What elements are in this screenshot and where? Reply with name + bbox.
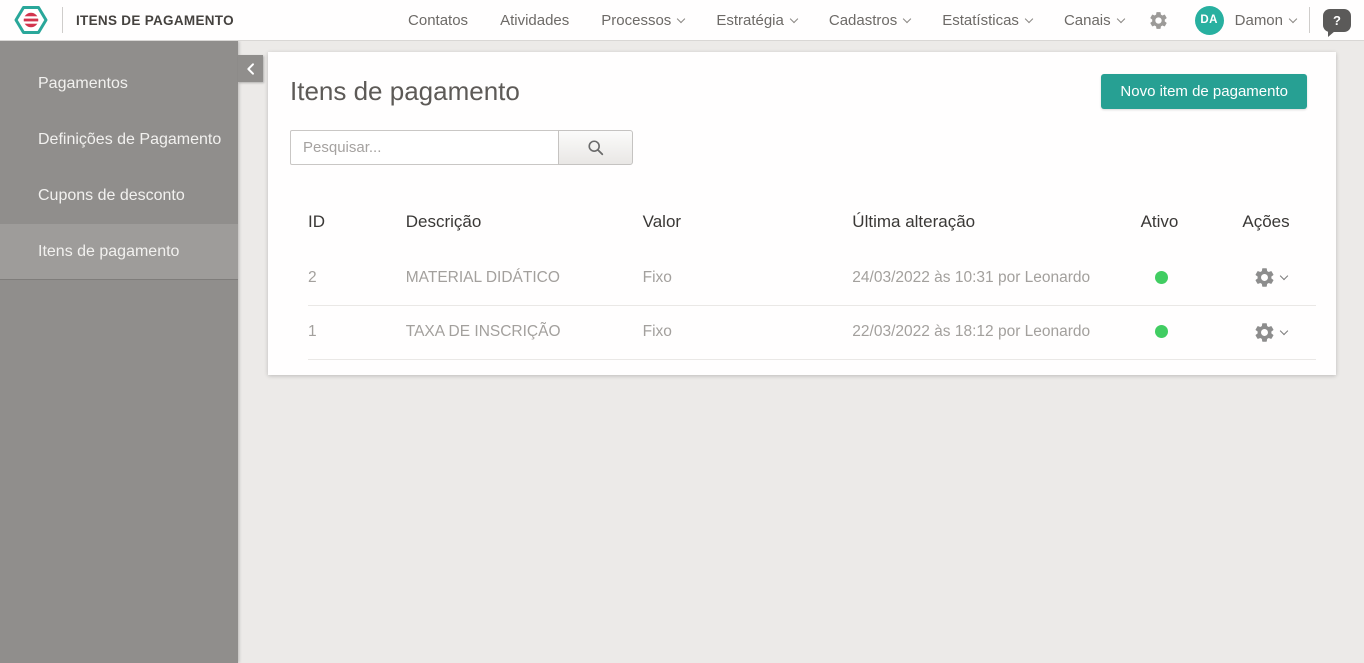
content-card: Itens de pagamento Novo item de pagament… (268, 52, 1336, 375)
active-status-dot (1155, 325, 1168, 338)
sidebar: Pagamentos Definições de Pagamento Cupon… (0, 41, 238, 663)
row-actions-button[interactable] (1253, 321, 1316, 344)
header-divider (62, 7, 63, 33)
nav-item-contatos[interactable]: Contatos (392, 0, 484, 41)
nav-item-estatisticas[interactable]: Estatísticas (926, 0, 1048, 41)
cell-ultima-alteracao: 22/03/2022 às 18:12 por Leonardo (852, 305, 1140, 359)
user-avatar[interactable]: DA (1195, 6, 1224, 35)
hexagon-logo-icon (13, 4, 49, 36)
column-header-ultima-alteracao: Última alteração (852, 198, 1140, 251)
sidebar-item-itens-de-pagamento[interactable]: Itens de pagamento (0, 224, 238, 280)
column-header-descricao: Descrição (406, 198, 643, 251)
gear-icon (1148, 10, 1169, 31)
sidebar-collapse-button[interactable] (238, 55, 263, 82)
cell-descricao: TAXA DE INSCRIÇÃO (406, 305, 643, 359)
chevron-down-icon (1280, 272, 1288, 280)
chevron-down-icon (1116, 14, 1124, 22)
search-button[interactable] (558, 130, 633, 165)
sidebar-item-cupons-de-desconto[interactable]: Cupons de desconto (0, 168, 238, 224)
sidebar-item-pagamentos[interactable]: Pagamentos (0, 56, 238, 112)
chevron-down-icon (677, 14, 685, 22)
row-actions-button[interactable] (1253, 266, 1316, 289)
chevron-down-icon (1025, 14, 1033, 22)
nav-item-cadastros[interactable]: Cadastros (813, 0, 926, 41)
new-payment-item-button[interactable]: Novo item de pagamento (1101, 74, 1307, 109)
main-nav: Contatos Atividades Processos Estratégia… (392, 0, 1140, 41)
cell-ultima-alteracao: 24/03/2022 às 10:31 por Leonardo (852, 251, 1140, 305)
page-title: ITENS DE PAGAMENTO (76, 13, 234, 28)
cell-ativo (1141, 251, 1243, 305)
search-input[interactable] (290, 130, 559, 165)
column-header-acoes: Ações (1242, 198, 1316, 251)
column-header-ativo: Ativo (1141, 198, 1243, 251)
chevron-down-icon (790, 14, 798, 22)
gear-icon (1253, 266, 1276, 289)
header-divider (1309, 7, 1310, 33)
magnifier-icon (587, 139, 605, 157)
cell-acoes (1242, 305, 1316, 359)
card-title: Itens de pagamento (290, 76, 520, 107)
help-button[interactable]: ? (1323, 9, 1351, 32)
nav-item-estrategia[interactable]: Estratégia (700, 0, 813, 41)
cell-id: 2 (308, 251, 406, 305)
top-header: ITENS DE PAGAMENTO Contatos Atividades P… (0, 0, 1364, 41)
cell-ativo (1141, 305, 1243, 359)
gear-icon (1253, 321, 1276, 344)
cell-acoes (1242, 251, 1316, 305)
brand-logo[interactable] (13, 4, 49, 36)
active-status-dot (1155, 271, 1168, 284)
sidebar-item-definicoes-de-pagamento[interactable]: Definições de Pagamento (0, 112, 238, 168)
settings-gear-button[interactable] (1148, 10, 1169, 31)
chevron-down-icon (1280, 326, 1288, 334)
nav-item-processos[interactable]: Processos (585, 0, 700, 41)
nav-item-atividades[interactable]: Atividades (484, 0, 585, 41)
cell-valor: Fixo (643, 251, 853, 305)
payment-items-table: ID Descrição Valor Última alteração Ativ… (308, 198, 1316, 360)
nav-item-canais[interactable]: Canais (1048, 0, 1140, 41)
chevron-left-icon (243, 61, 259, 77)
cell-id: 1 (308, 305, 406, 359)
user-menu[interactable]: Damon (1235, 12, 1296, 29)
column-header-id: ID (308, 198, 406, 251)
table-header-row: ID Descrição Valor Última alteração Ativ… (308, 198, 1316, 251)
column-header-valor: Valor (643, 198, 853, 251)
cell-valor: Fixo (643, 305, 853, 359)
search-bar (290, 130, 633, 165)
chevron-down-icon (903, 14, 911, 22)
chevron-down-icon (1289, 14, 1297, 22)
cell-descricao: MATERIAL DIDÁTICO (406, 251, 643, 305)
table-row: 2 MATERIAL DIDÁTICO Fixo 24/03/2022 às 1… (308, 251, 1316, 305)
table-row: 1 TAXA DE INSCRIÇÃO Fixo 22/03/2022 às 1… (308, 305, 1316, 359)
